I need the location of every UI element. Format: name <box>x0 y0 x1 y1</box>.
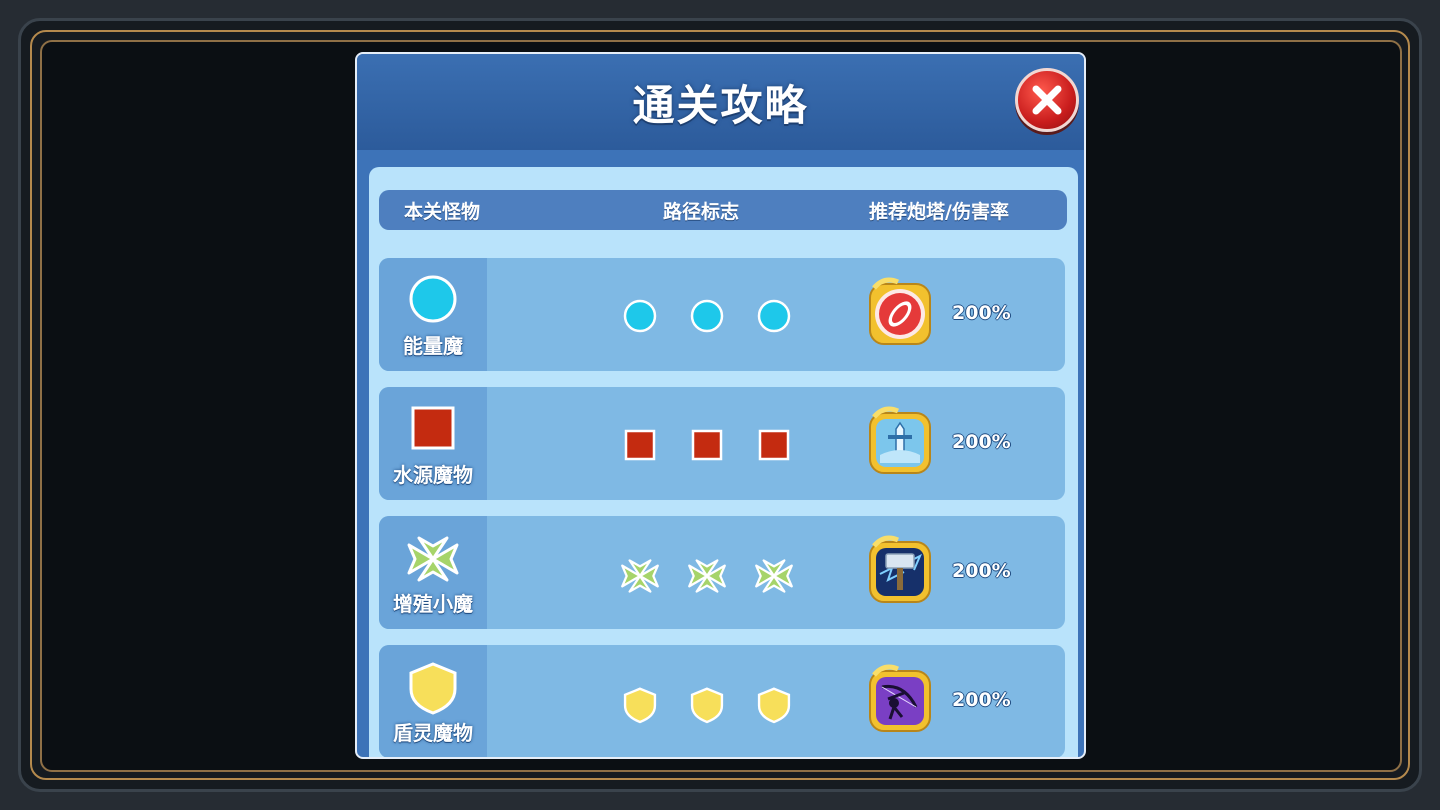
monster-row[interactable]: 能量魔 200% <box>379 258 1065 371</box>
red-square-icon <box>691 429 723 461</box>
strategy-dialog: 通关攻略 本关怪物 路径标志 推荐炮塔/伤害率 能量魔 200% 水源魔物 20… <box>355 52 1086 759</box>
sword-tower-icon[interactable] <box>864 405 936 479</box>
thunder-hammer-tower-icon[interactable] <box>864 534 936 608</box>
column-monsters: 本关怪物 <box>404 201 481 223</box>
monster-cell: 增殖小魔 <box>379 516 487 629</box>
strategy-panel: 本关怪物 路径标志 推荐炮塔/伤害率 能量魔 200% 水源魔物 200% 增殖… <box>369 167 1078 757</box>
green-clover-icon <box>688 559 726 593</box>
archer-tower-icon[interactable] <box>864 663 936 737</box>
green-clover-icon <box>407 536 459 582</box>
yellow-shield-icon <box>623 687 657 724</box>
green-clover-icon <box>755 559 793 593</box>
cyan-circle-icon <box>409 275 457 323</box>
red-square-icon <box>411 406 455 450</box>
monster-name: 能量魔 <box>403 334 463 358</box>
damage-rate: 200% <box>952 560 1011 582</box>
yellow-shield-icon <box>757 687 791 724</box>
monster-row[interactable]: 盾灵魔物 200% <box>379 645 1065 757</box>
dialog-header: 通关攻略 <box>357 54 1084 150</box>
monster-row[interactable]: 增殖小魔 200% <box>379 516 1065 629</box>
monster-name: 水源魔物 <box>393 463 473 487</box>
yellow-shield-icon <box>409 662 457 715</box>
monster-cell: 盾灵魔物 <box>379 645 487 757</box>
cyan-circle-icon <box>690 299 724 333</box>
green-clover-icon <box>621 559 659 593</box>
yellow-shield-icon <box>690 687 724 724</box>
dialog-title: 通关攻略 <box>632 81 809 130</box>
monster-cell: 能量魔 <box>379 258 487 371</box>
damage-rate: 200% <box>952 302 1011 324</box>
column-path-marker: 路径标志 <box>663 201 740 223</box>
red-square-icon <box>758 429 790 461</box>
red-feather-tower-icon[interactable] <box>864 276 936 350</box>
red-square-icon <box>624 429 656 461</box>
close-icon <box>1032 85 1062 115</box>
damage-rate: 200% <box>952 431 1011 453</box>
column-tower-damage: 推荐炮塔/伤害率 <box>869 201 1009 223</box>
column-header-bar: 本关怪物 路径标志 推荐炮塔/伤害率 <box>379 190 1067 230</box>
cyan-circle-icon <box>757 299 791 333</box>
monster-row[interactable]: 水源魔物 200% <box>379 387 1065 500</box>
monster-name: 增殖小魔 <box>393 592 473 616</box>
damage-rate: 200% <box>952 689 1011 711</box>
monster-cell: 水源魔物 <box>379 387 487 500</box>
monster-name: 盾灵魔物 <box>393 721 473 745</box>
cyan-circle-icon <box>623 299 657 333</box>
close-button[interactable] <box>1015 68 1079 132</box>
